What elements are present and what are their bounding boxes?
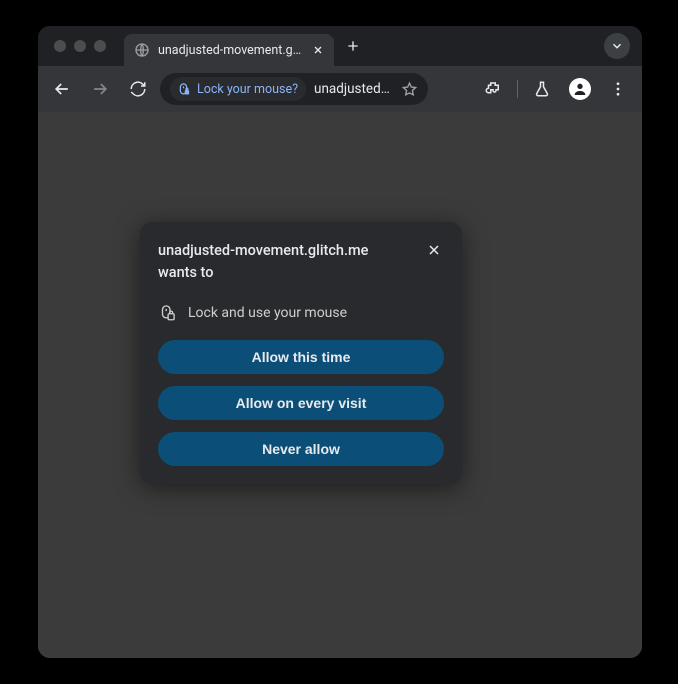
tab-strip: unadjusted-movement.glitch. [38, 26, 642, 66]
new-tab-button[interactable] [340, 33, 366, 59]
toolbar: Lock your mouse? unadjusted-mov… [38, 66, 642, 112]
globe-icon [134, 42, 150, 58]
permission-chip[interactable]: Lock your mouse? [170, 77, 306, 101]
allow-this-time-button[interactable]: Allow this time [158, 340, 444, 374]
profile-avatar[interactable] [564, 73, 596, 105]
mouse-lock-chip-icon [176, 82, 191, 97]
window-minimize-button[interactable] [74, 40, 86, 52]
address-bar[interactable]: Lock your mouse? unadjusted-mov… [160, 73, 428, 105]
reload-button[interactable] [122, 73, 154, 105]
window-maximize-button[interactable] [94, 40, 106, 52]
allow-every-visit-button[interactable]: Allow on every visit [158, 386, 444, 420]
never-allow-button[interactable]: Never allow [158, 432, 444, 466]
mouse-lock-icon [158, 304, 176, 322]
permission-dialog: unadjusted-movement.glitch.me wants to L… [140, 222, 462, 484]
window-close-button[interactable] [54, 40, 66, 52]
url-display: unadjusted-mov… [314, 81, 393, 97]
dialog-title: unadjusted-movement.glitch.me wants to [158, 240, 414, 284]
permission-chip-label: Lock your mouse? [197, 82, 298, 97]
window-controls [54, 40, 106, 52]
close-tab-icon[interactable] [312, 44, 324, 56]
bookmark-star-icon[interactable] [401, 81, 418, 98]
toolbar-divider [517, 80, 518, 98]
avatar-icon [569, 78, 591, 100]
tab-list-dropdown[interactable] [604, 33, 630, 59]
permission-row: Lock and use your mouse [158, 304, 444, 322]
back-button[interactable] [46, 73, 78, 105]
dialog-close-button[interactable] [424, 240, 444, 260]
forward-button[interactable] [84, 73, 116, 105]
kebab-menu-icon[interactable] [602, 73, 634, 105]
browser-tab[interactable]: unadjusted-movement.glitch. [124, 34, 334, 66]
labs-icon[interactable] [526, 73, 558, 105]
extensions-icon[interactable] [477, 73, 509, 105]
tab-title: unadjusted-movement.glitch. [158, 43, 304, 58]
permission-label: Lock and use your mouse [188, 305, 347, 321]
